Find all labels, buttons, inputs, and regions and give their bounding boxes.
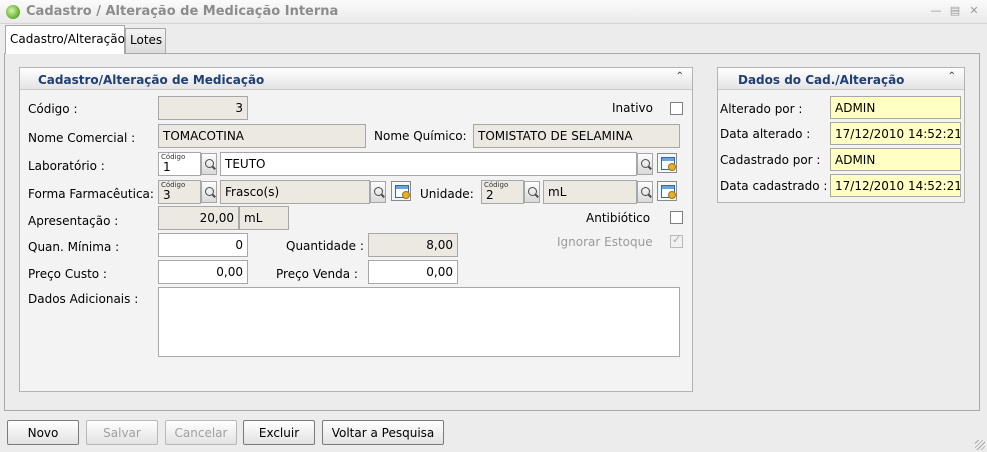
laboratorio-code-field[interactable]: Código 1 bbox=[158, 152, 201, 176]
app-icon bbox=[6, 5, 20, 19]
apresentacao-label: Apresentação : bbox=[28, 214, 119, 228]
cancelar-button[interactable]: Cancelar bbox=[165, 420, 237, 445]
nome-quimico-label: Nome Químico: bbox=[374, 129, 467, 143]
nome-quimico-field[interactable]: TOMISTATO DE SELAMINA bbox=[473, 124, 680, 148]
forma-search-icon[interactable] bbox=[370, 181, 386, 203]
audit-collapse-icon[interactable]: ⌃ bbox=[948, 71, 956, 82]
unidade-register-icon[interactable] bbox=[657, 181, 677, 201]
tab-lotes[interactable]: Lotes bbox=[125, 28, 166, 53]
nome-comercial-field[interactable]: TOMACOTINA bbox=[158, 124, 366, 148]
preco-venda-field[interactable]: 0,00 bbox=[368, 260, 458, 284]
antibiotico-label: Antibiótico bbox=[586, 211, 651, 225]
forma-farmaceutica-label: Forma Farmacêutica: bbox=[28, 187, 154, 201]
restore-icon[interactable]: ▤ bbox=[948, 4, 962, 18]
panel-title: Cadastro/Alteração de Medicação bbox=[38, 73, 265, 87]
window-resize-grip[interactable] bbox=[975, 440, 985, 450]
forma-register-icon[interactable] bbox=[391, 181, 411, 201]
excluir-button-label: Excluir bbox=[258, 426, 300, 440]
minimize-icon[interactable]: — bbox=[929, 4, 943, 18]
unidade-code-search-icon[interactable] bbox=[524, 181, 540, 203]
novo-button-label: Novo bbox=[27, 426, 59, 440]
laboratorio-label: Laboratório : bbox=[28, 159, 105, 173]
tab-cadastro-alteracao[interactable]: Cadastro/Alteração bbox=[5, 25, 125, 54]
data-alterado-label: Data alterado : bbox=[720, 127, 811, 141]
salvar-button[interactable]: Salvar bbox=[86, 420, 158, 445]
forma-code-field[interactable]: Código 3 bbox=[158, 180, 201, 204]
close-icon[interactable]: ✕ bbox=[967, 4, 981, 18]
codigo-field[interactable]: 3 bbox=[158, 96, 248, 120]
unidade-code-field[interactable]: Código 2 bbox=[481, 180, 524, 204]
antibiotico-checkbox[interactable] bbox=[670, 211, 683, 224]
quantidade-field[interactable]: 8,00 bbox=[368, 233, 458, 257]
cadastrado-por-label: Cadastrado por : bbox=[720, 153, 821, 167]
laboratorio-name-field[interactable]: TEUTO bbox=[220, 152, 637, 176]
unidade-code-value: 2 bbox=[486, 188, 494, 202]
data-cadastrado-label: Data cadastrado : bbox=[720, 179, 828, 193]
cadastrado-por-field[interactable]: ADMIN bbox=[830, 148, 961, 171]
code-caption: Código bbox=[484, 181, 509, 189]
forma-code-search-icon[interactable] bbox=[201, 181, 217, 203]
ignorar-estoque-checkbox[interactable] bbox=[670, 233, 683, 248]
preco-custo-label: Preço Custo : bbox=[28, 267, 107, 281]
apresentacao-field[interactable]: 20,00 bbox=[158, 206, 239, 230]
inativo-checkbox[interactable] bbox=[670, 102, 683, 115]
dados-adicionais-label: Dados Adicionais : bbox=[28, 292, 139, 306]
quan-minima-field[interactable]: 0 bbox=[158, 233, 248, 257]
alterado-por-field[interactable]: ADMIN bbox=[830, 96, 961, 119]
novo-button[interactable]: Novo bbox=[7, 420, 79, 445]
preco-venda-label: Preço Venda : bbox=[276, 267, 358, 281]
excluir-button[interactable]: Excluir bbox=[243, 420, 315, 445]
voltar-pesquisa-button-label: Voltar a Pesquisa bbox=[331, 426, 435, 440]
forma-name-field[interactable]: Frasco(s) bbox=[220, 180, 370, 204]
quantidade-label: Quantidade : bbox=[286, 239, 364, 253]
unidade-name-field[interactable]: mL bbox=[543, 180, 637, 204]
alterado-por-label: Alterado por : bbox=[720, 102, 803, 116]
title-bar: Cadastro / Alteração de Medicação Intern… bbox=[0, 0, 987, 24]
dados-adicionais-memo[interactable] bbox=[158, 287, 680, 357]
laboratorio-register-icon[interactable] bbox=[657, 153, 677, 173]
ignorar-estoque-label: Ignorar Estoque bbox=[557, 235, 653, 249]
forma-code-value: 3 bbox=[163, 188, 171, 202]
code-caption: Código bbox=[161, 153, 186, 161]
quan-minima-label: Quan. Mínima : bbox=[28, 240, 120, 254]
voltar-pesquisa-button[interactable]: Voltar a Pesquisa bbox=[322, 420, 444, 445]
preco-custo-field[interactable]: 0,00 bbox=[158, 260, 248, 284]
unidade-search-icon[interactable] bbox=[637, 181, 653, 203]
laboratorio-code-value: 1 bbox=[163, 160, 171, 174]
audit-panel-title: Dados do Cad./Alteração bbox=[738, 73, 905, 87]
window-title: Cadastro / Alteração de Medicação Intern… bbox=[26, 4, 339, 19]
salvar-button-label: Salvar bbox=[103, 426, 141, 440]
code-caption: Código bbox=[161, 181, 186, 189]
collapse-icon[interactable]: ⌃ bbox=[676, 71, 684, 82]
laboratorio-code-search-icon[interactable] bbox=[201, 153, 217, 175]
inativo-label: Inativo bbox=[612, 101, 653, 115]
codigo-label: Código : bbox=[28, 102, 78, 116]
data-alterado-field[interactable]: 17/12/2010 14:52:21 bbox=[830, 122, 961, 145]
laboratorio-search-icon[interactable] bbox=[637, 153, 653, 175]
data-cadastrado-field[interactable]: 17/12/2010 14:52:21 bbox=[830, 174, 961, 197]
apresentacao-unit-field[interactable]: mL bbox=[239, 206, 289, 230]
audit-panel-header: Dados do Cad./Alteração ⌃ bbox=[718, 68, 964, 90]
unidade-label: Unidade: bbox=[420, 187, 474, 201]
cancelar-button-label: Cancelar bbox=[174, 426, 228, 440]
panel-header: Cadastro/Alteração de Medicação ⌃ bbox=[20, 68, 692, 90]
nome-comercial-label: Nome Comercial : bbox=[28, 131, 136, 145]
